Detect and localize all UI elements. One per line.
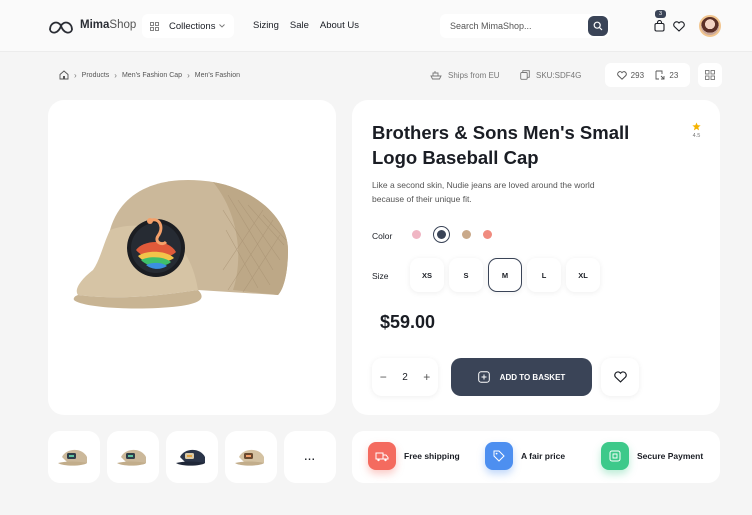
cap-thumbnail-image	[58, 449, 87, 466]
grid-icon	[705, 70, 715, 80]
thumbnail-1[interactable]	[48, 431, 100, 483]
likes-count: 293	[630, 70, 645, 80]
main-nav: Sizing Sale About Us	[253, 20, 359, 31]
logo-brand: Mima	[80, 19, 110, 31]
plus-icon[interactable]: +	[423, 370, 430, 384]
nav-sizing-link[interactable]: Sizing	[253, 20, 279, 31]
sku-text: SKU:SDF4G	[536, 70, 582, 80]
size-options: XS S M L XL	[410, 258, 600, 292]
heart-icon	[616, 70, 627, 80]
search-icon	[593, 21, 603, 31]
feature-label: Secure Payment	[637, 451, 704, 461]
grid-view-button[interactable]	[698, 63, 722, 87]
search-bar[interactable]: Search MimaShop...	[440, 14, 610, 38]
add-to-wishlist-button[interactable]	[601, 358, 639, 396]
thumbnail-2[interactable]	[107, 431, 159, 483]
breadcrumb-separator: ›	[74, 70, 77, 80]
ship-icon	[430, 71, 442, 80]
color-label: Color	[372, 231, 393, 241]
collections-label: Collections	[169, 20, 216, 32]
copy-icon[interactable]	[520, 70, 530, 80]
size-option-xs[interactable]: XS	[410, 258, 444, 292]
top-navigation-bar: MimaShop Collections Sizing Sale About U…	[0, 0, 752, 52]
more-label: ...	[304, 451, 316, 463]
truck-icon	[375, 452, 389, 461]
nav-about-link[interactable]: About Us	[320, 20, 359, 31]
chevron-down-icon	[219, 24, 226, 28]
breadcrumb: › Products › Men's Fashion Cap › Men's F…	[59, 70, 240, 80]
shares-stat[interactable]: 23	[655, 70, 678, 80]
breadcrumb-separator: ›	[114, 70, 117, 80]
share-icon	[655, 70, 665, 80]
logo-icon	[49, 21, 73, 34]
grid-icon	[150, 21, 159, 31]
logo-suffix: Shop	[109, 19, 137, 31]
color-swatches	[412, 226, 492, 243]
minus-icon[interactable]: −	[380, 370, 387, 384]
more-thumbnails-button[interactable]: ...	[284, 431, 336, 483]
cap-thumbnail-image	[117, 449, 146, 466]
breadcrumb-separator: ›	[187, 70, 190, 80]
wishlist-heart-icon[interactable]	[673, 21, 685, 32]
home-icon[interactable]	[59, 70, 69, 80]
cart-count-badge: 3	[655, 10, 666, 18]
breadcrumb-item-mens-fashion[interactable]: Men's Fashion	[195, 72, 240, 79]
size-option-m-selected[interactable]: M	[488, 258, 522, 292]
product-image-card	[48, 100, 336, 415]
feature-label: A fair price	[521, 451, 566, 461]
likes-stat[interactable]: 293	[616, 70, 645, 80]
heart-icon	[613, 371, 627, 383]
shopping-bag-icon[interactable]	[654, 20, 665, 32]
card-icon	[609, 450, 621, 462]
add-to-basket-button[interactable]: ADD TO BASKET	[451, 358, 592, 396]
thumbnail-3-navy[interactable]	[166, 431, 218, 483]
nav-sale-link[interactable]: Sale	[290, 20, 309, 31]
product-title: Brothers & Sons Men's Small Logo Basebal…	[372, 122, 630, 168]
sku-info: SKU:SDF4G	[520, 70, 581, 80]
user-avatar[interactable]	[699, 15, 721, 37]
search-button[interactable]	[588, 16, 608, 36]
feature-label: Free shipping	[404, 451, 460, 461]
product-stats: 293 23	[605, 63, 690, 87]
features-bar: Free shipping A fair price Secure Paymen…	[352, 431, 720, 483]
size-option-s[interactable]: S	[449, 258, 483, 292]
color-swatch-pink[interactable]	[412, 230, 421, 239]
quantity-value[interactable]: 2	[402, 372, 408, 383]
add-to-basket-label: ADD TO BASKET	[499, 372, 566, 382]
product-price: $59.00	[380, 312, 436, 332]
feature-secure-payment: Secure Payment	[601, 442, 703, 470]
star-icon	[692, 122, 701, 131]
shares-count: 23	[669, 70, 679, 80]
baseball-cap-image[interactable]	[48, 100, 336, 415]
plus-square-icon	[477, 371, 490, 383]
search-input[interactable]: Search MimaShop...	[450, 21, 532, 31]
feature-fair-price: A fair price	[485, 442, 565, 470]
logo[interactable]: MimaShop	[48, 16, 136, 34]
color-swatch-coral[interactable]	[483, 230, 492, 239]
product-rating: 4.5	[692, 122, 701, 139]
collections-dropdown[interactable]: Collections	[142, 14, 234, 38]
thumbnail-gallery: ...	[48, 431, 336, 483]
size-option-xl[interactable]: XL	[566, 258, 600, 292]
rating-value: 4.5	[692, 133, 701, 139]
tag-icon	[493, 450, 505, 462]
shipping-info: Ships from EU	[430, 70, 500, 80]
cap-thumbnail-image	[176, 449, 205, 466]
breadcrumb-item-fashion-cap[interactable]: Men's Fashion Cap	[122, 72, 182, 79]
breadcrumb-item-products[interactable]: Products	[82, 72, 110, 79]
product-info-card: Brothers & Sons Men's Small Logo Basebal…	[352, 100, 720, 415]
quantity-stepper: − 2 +	[372, 358, 438, 396]
color-swatch-navy-selected[interactable]	[433, 226, 450, 243]
thumbnail-4[interactable]	[225, 431, 277, 483]
feature-free-shipping: Free shipping	[368, 442, 460, 470]
cap-thumbnail-image	[235, 449, 264, 466]
shipping-text: Ships from EU	[448, 70, 500, 80]
size-option-l[interactable]: L	[527, 258, 561, 292]
color-swatch-tan[interactable]	[462, 230, 471, 239]
product-description: Like a second skin, Nudie jeans are love…	[372, 180, 595, 204]
size-label: Size	[372, 271, 389, 281]
